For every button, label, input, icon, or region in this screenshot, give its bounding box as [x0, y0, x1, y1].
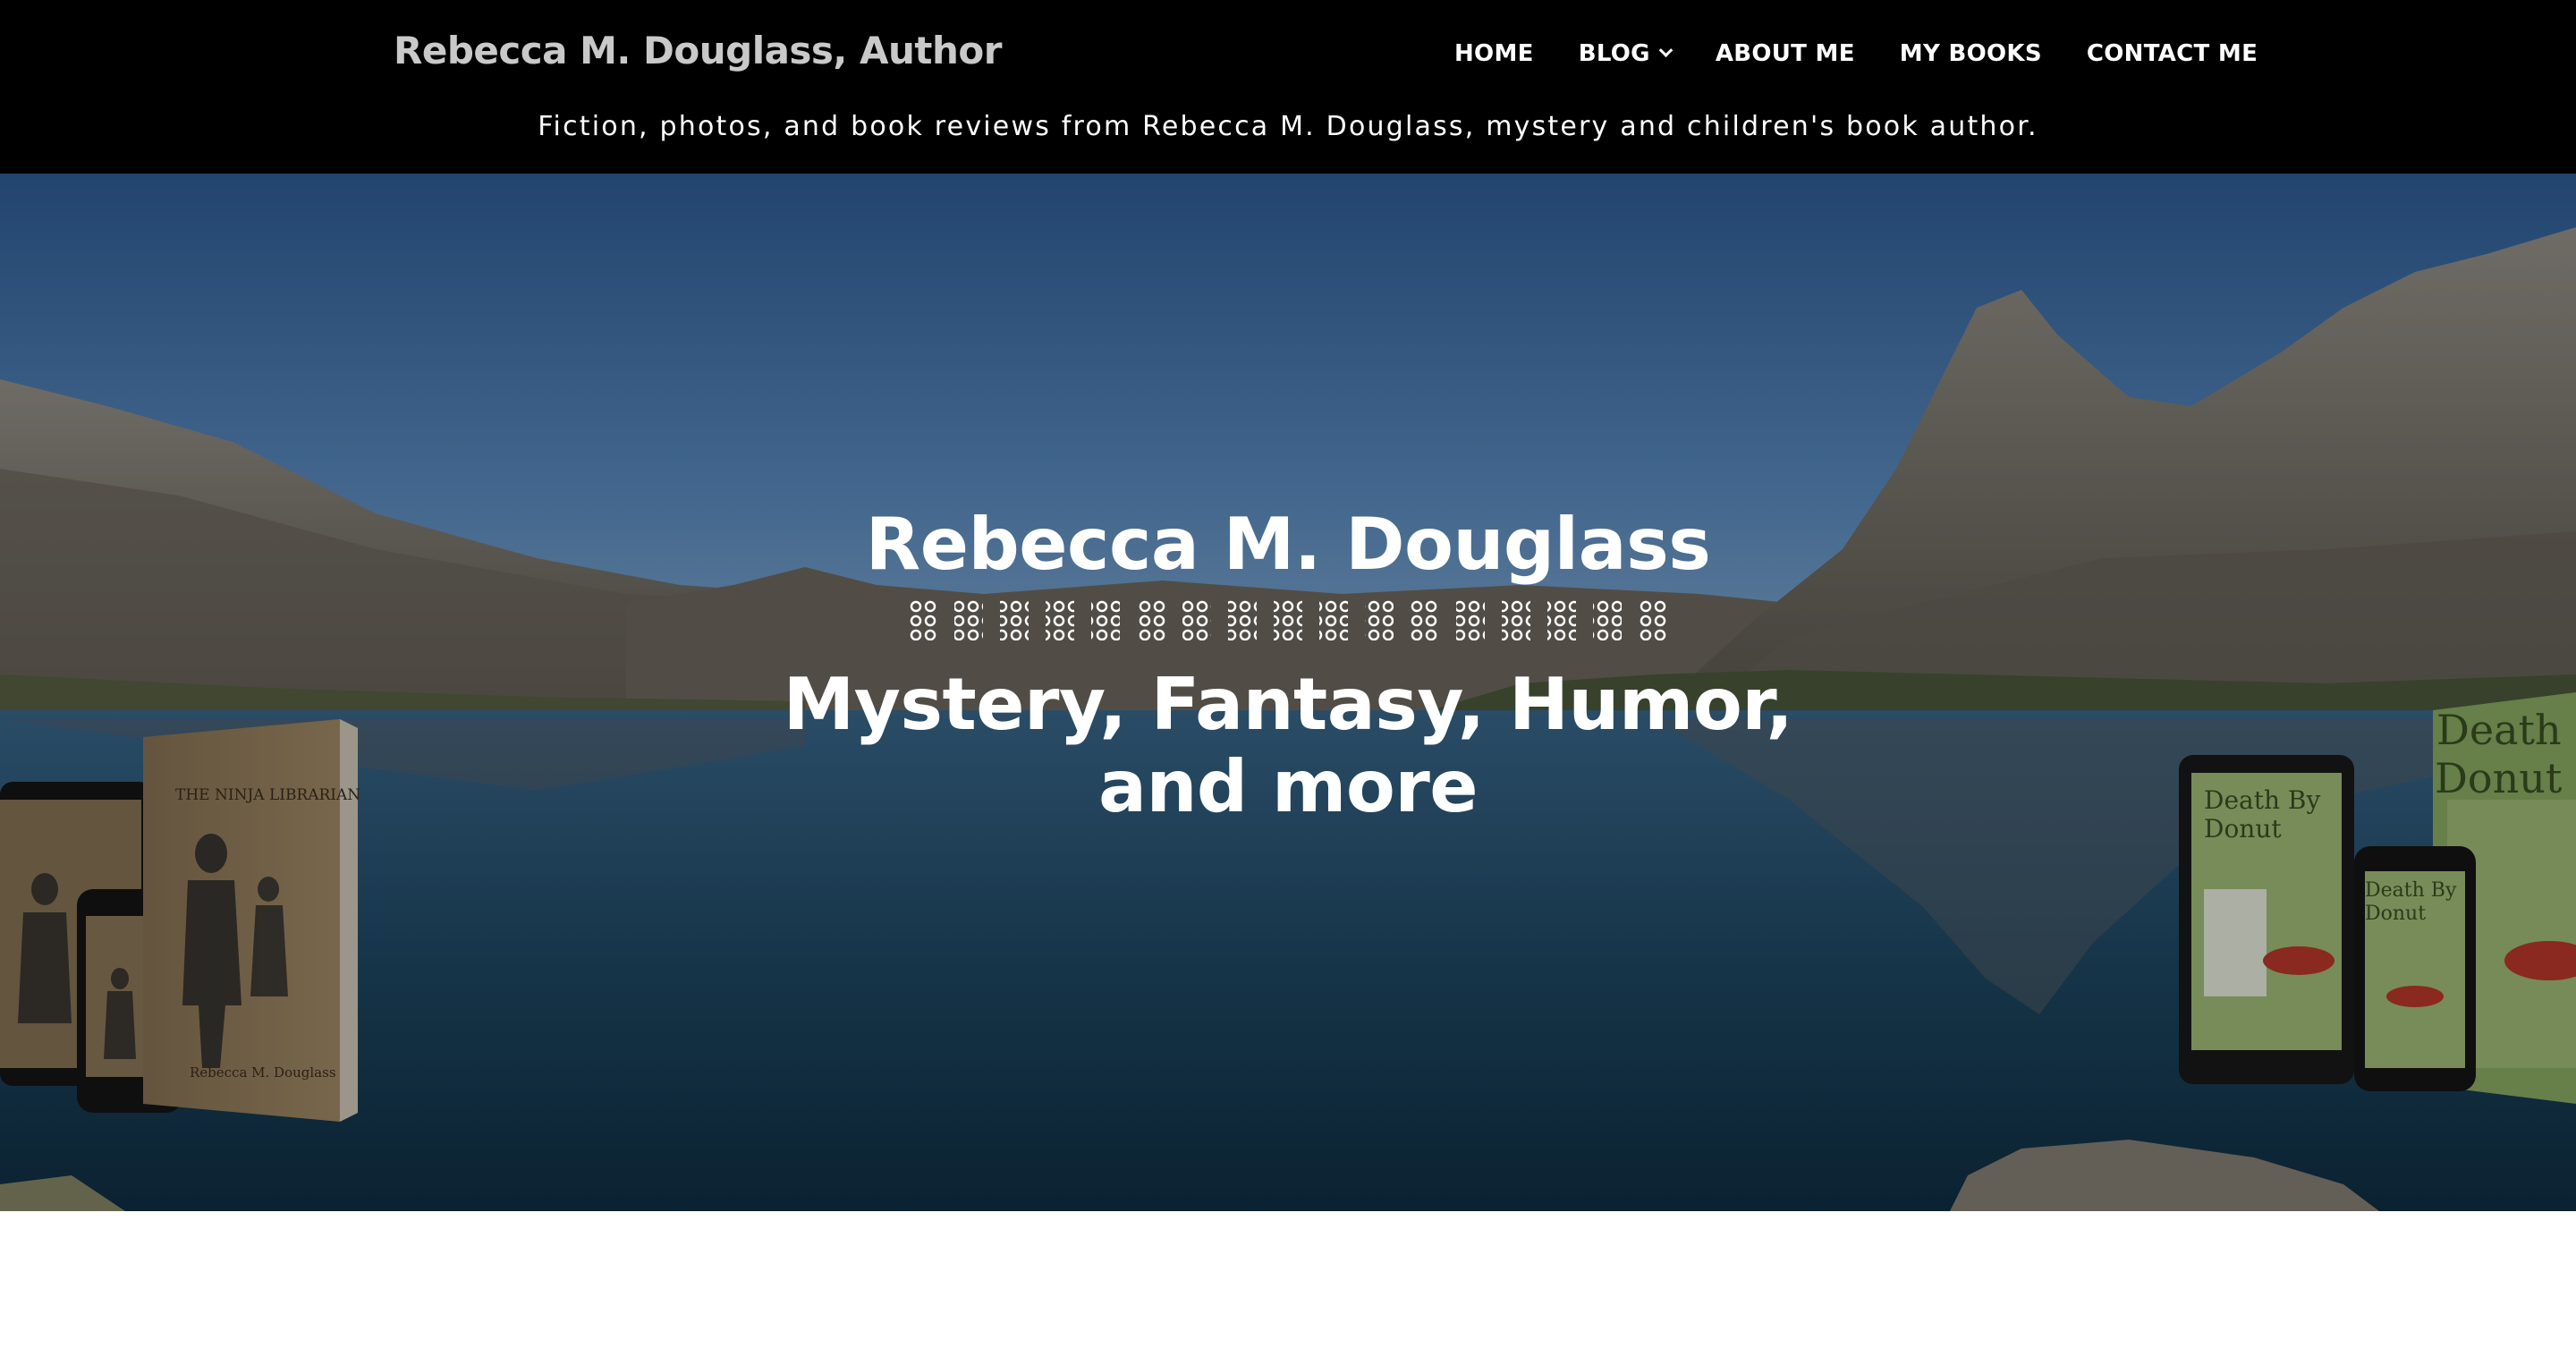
- hero-genres-line-1: Mystery, Fantasy, Humor,: [783, 663, 1793, 746]
- nav-item-label: HOME: [1454, 40, 1534, 67]
- dotted-divider: [909, 599, 1667, 640]
- site-tagline: Fiction, photos, and book reviews from R…: [538, 111, 2038, 142]
- nav-item-home[interactable]: HOME: [1454, 40, 1534, 67]
- nav-item-about-me[interactable]: ABOUT ME: [1716, 40, 1855, 67]
- nav-item-label: MY BOOKS: [1899, 40, 2042, 67]
- hero-author-name: Rebecca M. Douglass: [865, 503, 1711, 586]
- hero-genres-line-2: and more: [1097, 745, 1479, 828]
- hero-genres-heading: Mystery, Fantasy, Humor, and more: [0, 664, 2576, 828]
- hero-banner: THE NINJA LIBRARIAN Rebecca M. Douglass …: [0, 174, 2576, 1211]
- chevron-down-icon[interactable]: [1658, 42, 1674, 57]
- nav-item-label: BLOG: [1578, 40, 1650, 67]
- site-header: Rebecca M. Douglass, Author HOME BLOG AB…: [0, 0, 2576, 174]
- nav-item-contact-me[interactable]: CONTACT ME: [2087, 40, 2258, 67]
- nav-item-my-books[interactable]: MY BOOKS: [1900, 40, 2042, 67]
- nav-item-blog[interactable]: BLOG: [1578, 40, 1674, 67]
- nav-item-label: CONTACT ME: [2086, 40, 2258, 67]
- main-nav: HOME BLOG ABOUT ME MY BOOKS CONTACT ME: [1454, 39, 2258, 68]
- page-content-area: [0, 1211, 2576, 1365]
- site-title[interactable]: Rebecca M. Douglass, Author: [394, 29, 1002, 72]
- nav-item-label: ABOUT ME: [1715, 40, 1855, 67]
